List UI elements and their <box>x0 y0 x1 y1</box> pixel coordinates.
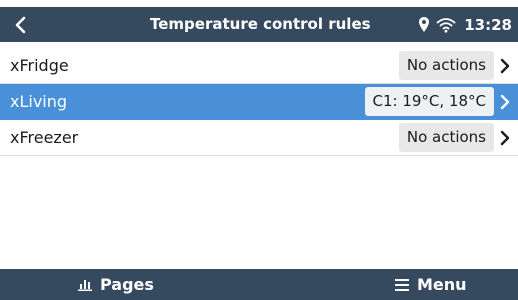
chevron-right-icon <box>497 120 513 155</box>
chevron-left-icon <box>13 16 27 34</box>
wifi-icon <box>436 17 456 33</box>
hamburger-menu-icon <box>395 278 409 291</box>
status-time: 13:28 <box>464 15 512 34</box>
rule-label: xFreezer <box>10 128 79 147</box>
rule-value-badge: No actions <box>398 51 494 80</box>
pages-label: Pages <box>100 275 154 294</box>
rule-value-badge: No actions <box>398 123 494 152</box>
top-margin <box>0 0 518 7</box>
location-pin-icon <box>418 16 430 33</box>
rule-row-xfridge[interactable]: xFridge No actions <box>0 48 518 84</box>
status-area: 13:28 <box>418 7 512 42</box>
screen: Temperature control rules 13:28 xFridge <box>0 0 518 300</box>
chevron-right-icon <box>497 48 513 83</box>
bar-chart-icon <box>78 278 92 291</box>
header-bar: Temperature control rules 13:28 <box>0 7 518 42</box>
menu-button[interactable]: Menu <box>395 269 467 300</box>
page-title: Temperature control rules <box>150 15 371 33</box>
footer-bar: Pages Menu <box>0 269 518 300</box>
menu-label: Menu <box>417 275 467 294</box>
rule-value-badge: C1: 19°C, 18°C <box>364 87 494 116</box>
chevron-right-icon <box>497 84 513 119</box>
rule-label: xLiving <box>10 92 68 111</box>
rule-label: xFridge <box>10 56 69 75</box>
rule-row-xfreezer[interactable]: xFreezer No actions <box>0 120 518 156</box>
rule-row-xliving[interactable]: xLiving C1: 19°C, 18°C <box>0 84 518 120</box>
back-button[interactable] <box>2 9 38 40</box>
pages-button[interactable]: Pages <box>78 269 154 300</box>
